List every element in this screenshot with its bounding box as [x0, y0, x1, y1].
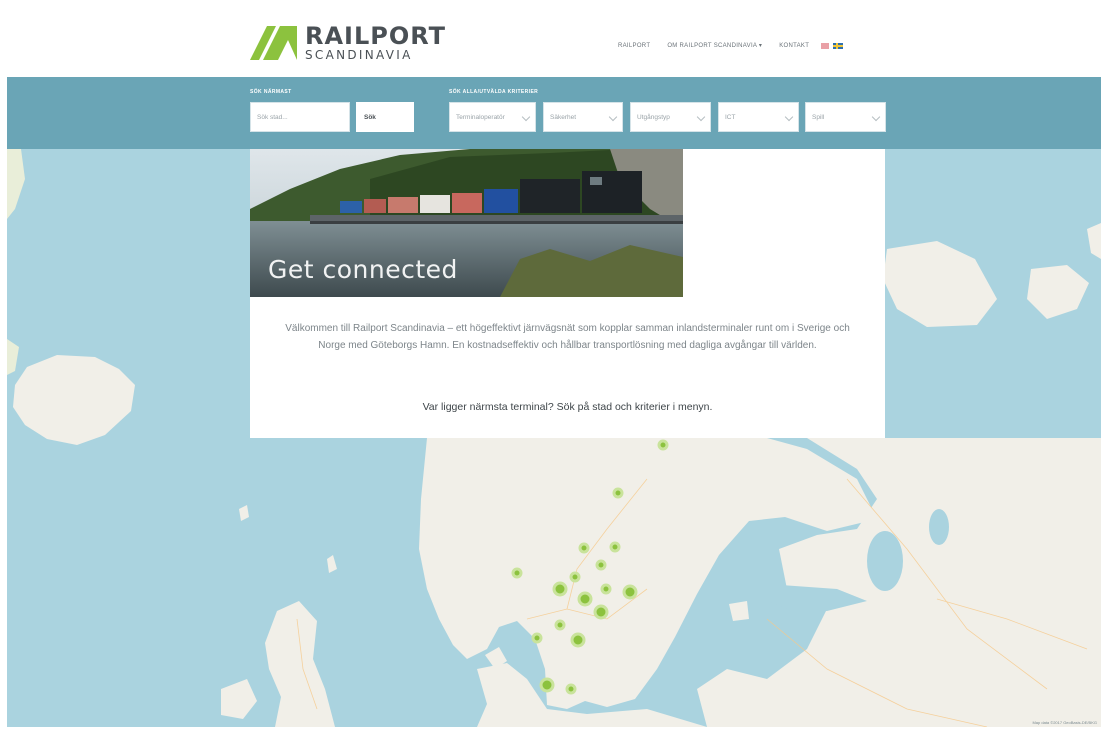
chevron-down-icon [521, 112, 531, 122]
filter-operator-select[interactable]: Terminaloperatör [449, 102, 536, 132]
terminal-marker[interactable] [622, 584, 638, 600]
terminal-marker[interactable] [657, 439, 669, 451]
language-switcher [821, 42, 844, 49]
filter-spill-value: Spill [812, 113, 825, 121]
filter-spill-select[interactable]: Spill [805, 102, 886, 132]
find-terminal-text: Var ligger närmsta terminal? Sök på stad… [422, 401, 713, 413]
site-header: RAILPORT SCANDINAVIA RAILPORT OM RAILPOR… [7, 7, 1101, 77]
filter-ict-select[interactable]: ICT [718, 102, 799, 132]
logo-subtitle: SCANDINAVIA [305, 48, 413, 62]
terminal-marker[interactable] [578, 542, 590, 554]
filter-ict-value: ICT [725, 113, 736, 121]
search-button[interactable]: Sök [356, 102, 414, 132]
welcome-text: Välkommen till Railport Scandinavia – et… [285, 323, 850, 351]
browser-viewport: Map data ©2017 GeoBasis-DE/BKG RAILPORT … [7, 7, 1101, 727]
logo-title: RAILPORT [305, 22, 447, 50]
hero-image: Get connected [250, 149, 683, 297]
hero-caption: Get connected [268, 255, 458, 284]
nav-item-contact[interactable]: KONTAKT [779, 43, 809, 49]
filter-security-select[interactable]: Säkerhet [543, 102, 623, 132]
city-search-input[interactable]: Sök stad... [250, 102, 350, 132]
terminal-marker[interactable] [595, 559, 607, 571]
chevron-down-icon [608, 112, 618, 122]
main-nav: RAILPORT OM RAILPORT SCANDINAVIA ▾ KONTA… [618, 42, 844, 49]
criteria-label: SÖK ALLA/UTVÄLDA KRITERIER [449, 89, 539, 95]
railport-logo-icon [250, 25, 297, 60]
norway-flag-icon[interactable] [821, 42, 830, 49]
nav-item-about[interactable]: OM RAILPORT SCANDINAVIA ▾ [667, 42, 762, 49]
city-search-placeholder: Sök stad... [257, 113, 288, 121]
terminal-marker[interactable] [600, 583, 612, 595]
terminal-marker[interactable] [577, 591, 593, 607]
nav-item-railport[interactable]: RAILPORT [618, 43, 650, 49]
terminal-marker[interactable] [511, 567, 523, 579]
terminal-marker[interactable] [570, 632, 586, 648]
chevron-down-icon [871, 112, 881, 122]
map-attribution[interactable]: Map data ©2017 GeoBasis-DE/BKG [1032, 720, 1097, 725]
terminal-marker[interactable] [539, 677, 555, 693]
site-logo[interactable]: RAILPORT SCANDINAVIA [250, 24, 446, 61]
terminal-marker[interactable] [593, 604, 609, 620]
terminal-marker[interactable] [552, 581, 568, 597]
terminal-marker[interactable] [531, 632, 543, 644]
terminal-marker[interactable] [554, 619, 566, 631]
terminal-marker[interactable] [609, 541, 621, 553]
intro-card: Get connected Välkommen till Railport Sc… [250, 149, 885, 438]
terminal-marker[interactable] [569, 571, 581, 583]
filter-operator-value: Terminaloperatör [456, 113, 505, 121]
terminal-marker[interactable] [565, 683, 577, 695]
chevron-down-icon [696, 112, 706, 122]
terminal-marker[interactable] [612, 487, 624, 499]
filter-exit-select[interactable]: Utgångstyp [630, 102, 711, 132]
city-search-label: SÖK NÄRMAST [250, 89, 292, 95]
filter-security-value: Säkerhet [550, 113, 577, 121]
sweden-flag-icon[interactable] [833, 42, 844, 49]
search-bar: SÖK NÄRMAST Sök stad... Sök SÖK ALLA/UTV… [7, 77, 1101, 149]
chevron-down-icon [784, 112, 794, 122]
filter-exit-value: Utgångstyp [637, 113, 670, 121]
